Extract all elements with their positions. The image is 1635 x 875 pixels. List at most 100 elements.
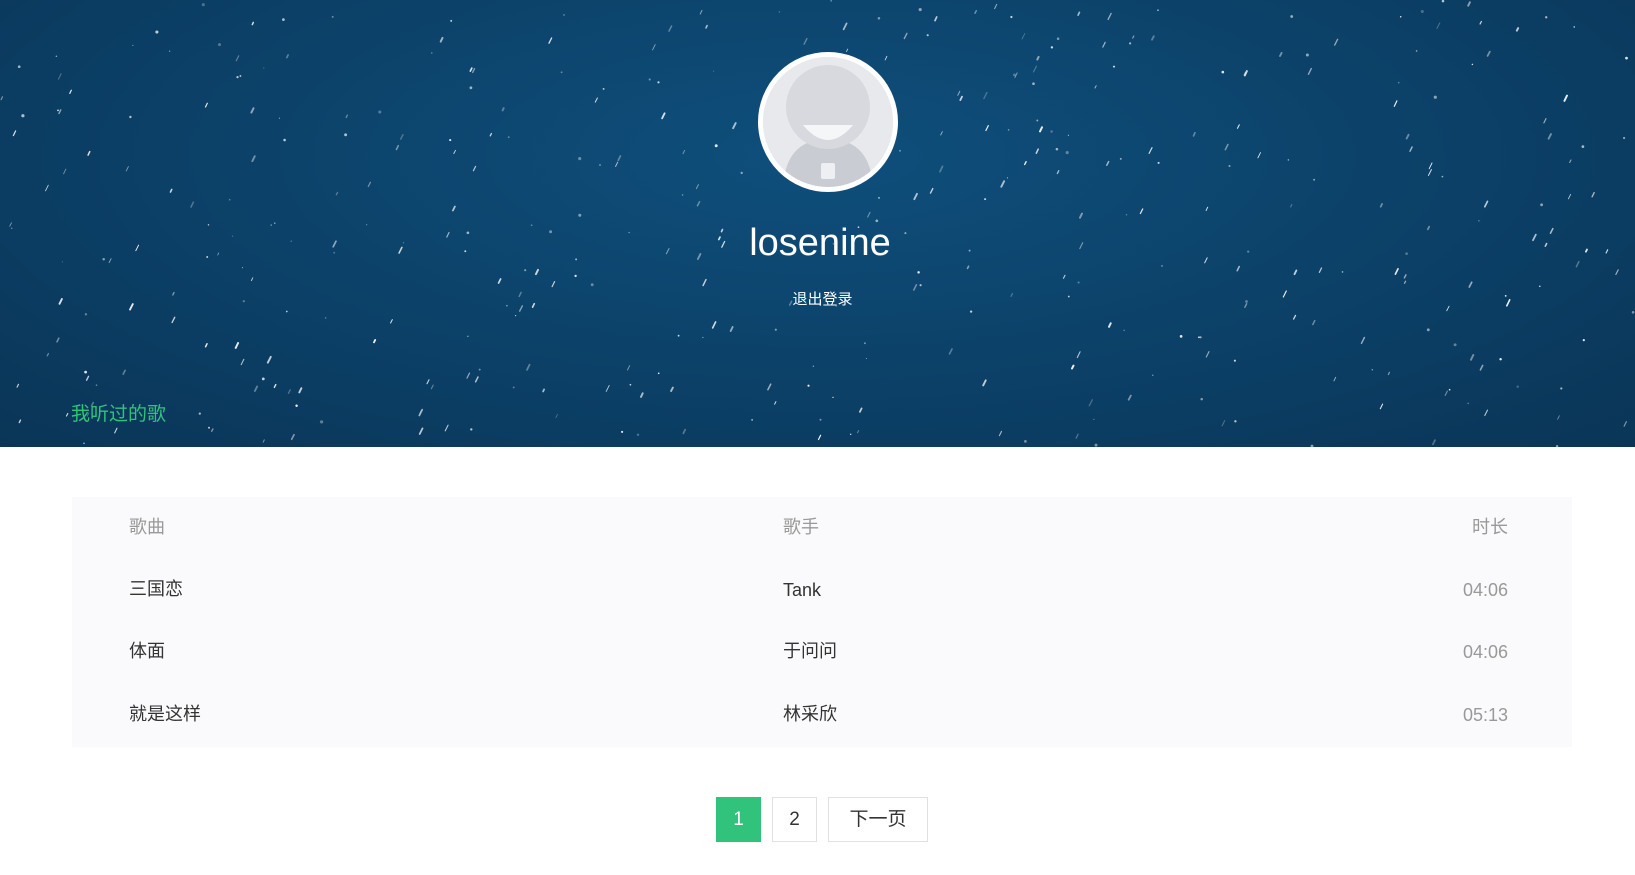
star: [1205, 351, 1210, 358]
star: [1420, 9, 1424, 14]
star: [1623, 421, 1627, 427]
star: [439, 36, 444, 43]
star: [681, 194, 684, 196]
table-row[interactable]: 三国恋 Tank 04:06: [72, 559, 1572, 621]
star: [526, 363, 531, 371]
star: [648, 78, 651, 81]
star: [867, 211, 871, 218]
star: [344, 133, 348, 137]
star: [335, 191, 339, 196]
star: [1036, 119, 1039, 122]
star: [1360, 336, 1366, 345]
star: [1399, 16, 1402, 18]
star: [426, 379, 430, 385]
star: [1157, 9, 1159, 12]
star: [129, 115, 132, 119]
star: [621, 430, 624, 433]
tab-listened-songs[interactable]: 我听过的歌: [71, 399, 166, 426]
song-name[interactable]: 就是这样: [129, 684, 201, 746]
star: [278, 117, 280, 119]
star: [542, 388, 545, 393]
star: [169, 188, 173, 193]
star: [702, 278, 707, 287]
star: [555, 413, 558, 419]
star: [1065, 151, 1069, 155]
page-button-1[interactable]: 1: [716, 797, 761, 842]
star: [501, 107, 505, 112]
star: [55, 55, 58, 57]
star: [1318, 267, 1323, 273]
star: [657, 81, 660, 84]
star: [1106, 160, 1110, 166]
star: [695, 184, 699, 190]
table-row[interactable]: 体面 于问问 04:06: [72, 621, 1572, 683]
star: [1198, 336, 1200, 339]
star: [84, 313, 88, 316]
star: [132, 44, 134, 46]
star: [948, 348, 953, 355]
star: [926, 34, 929, 37]
star: [807, 384, 810, 387]
next-page-button[interactable]: 下一页: [828, 797, 928, 842]
star: [548, 37, 553, 44]
star: [1428, 162, 1433, 170]
star: [934, 16, 938, 22]
star: [331, 15, 334, 18]
star: [1119, 157, 1122, 160]
star: [1371, 369, 1374, 371]
star: [636, 433, 640, 437]
star: [474, 376, 479, 383]
star: [287, 389, 291, 394]
star: [657, 372, 660, 375]
logout-link[interactable]: 退出登录: [0, 288, 1635, 309]
star: [732, 122, 737, 130]
star: [261, 377, 265, 381]
singer-name[interactable]: Tank: [783, 559, 821, 621]
star: [251, 155, 256, 163]
song-duration: 04:06: [1462, 580, 1508, 600]
singer-name[interactable]: 于问问: [783, 621, 837, 683]
star: [713, 70, 715, 72]
song-duration: 04:06: [1462, 642, 1508, 662]
star: [1224, 143, 1229, 151]
star: [1024, 440, 1027, 443]
star: [285, 54, 289, 59]
star: [1516, 385, 1519, 388]
star: [1484, 409, 1489, 417]
star: [998, 430, 1003, 437]
star: [1307, 67, 1313, 75]
star: [560, 71, 563, 74]
star: [1221, 70, 1225, 74]
star: [903, 32, 908, 40]
star: [1055, 147, 1059, 151]
star: [1079, 212, 1083, 219]
star: [652, 44, 656, 51]
star: [1192, 131, 1196, 137]
star: [919, 284, 922, 287]
star: [699, 9, 703, 15]
page-button-2[interactable]: 2: [772, 797, 817, 842]
singer-name[interactable]: 林采欣: [783, 684, 837, 746]
song-name[interactable]: 体面: [129, 621, 165, 683]
star: [850, 433, 852, 435]
star: [1076, 351, 1081, 359]
table-row[interactable]: 就是这样 林采欣 05:13: [72, 684, 1572, 746]
star: [1039, 126, 1043, 133]
star: [627, 365, 631, 371]
star: [1056, 37, 1060, 40]
star: [714, 144, 718, 148]
star: [1441, 0, 1445, 3]
song-name[interactable]: 三国恋: [129, 559, 183, 621]
star: [1403, 280, 1407, 284]
star: [751, 418, 754, 421]
star: [957, 90, 961, 96]
star: [1035, 148, 1039, 154]
star: [45, 184, 49, 192]
star: [696, 201, 701, 207]
star: [594, 97, 598, 103]
star: [1293, 269, 1298, 276]
star: [1094, 443, 1098, 447]
star: [57, 109, 59, 112]
star: [83, 442, 85, 444]
default-avatar-icon: [763, 57, 893, 187]
